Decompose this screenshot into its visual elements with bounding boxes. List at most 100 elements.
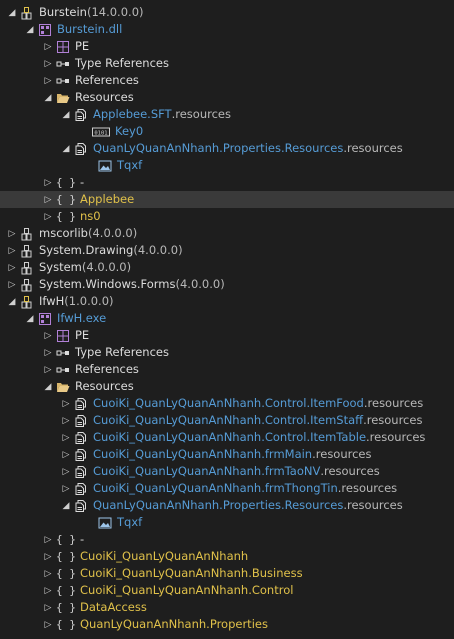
namespace-dataaccess[interactable]: ▷ { } DataAccess — [0, 599, 454, 616]
module-burstein-dll[interactable]: ◢ Burstein.dll — [0, 21, 454, 38]
resource-file-icon — [74, 397, 88, 411]
node-type-references-2[interactable]: ▷ Type References — [0, 344, 454, 361]
expand-arrow-icon[interactable]: ▷ — [60, 446, 72, 463]
node-pe[interactable]: ▷ PE — [0, 38, 454, 55]
assembly-name: mscorlib — [39, 226, 88, 240]
namespace-business[interactable]: ▷ { } CuoiKi_QuanLyQuanAnNhanh.Business — [0, 565, 454, 582]
expand-arrow-icon[interactable]: ▷ — [6, 242, 18, 259]
collapse-arrow-icon[interactable]: ◢ — [60, 140, 72, 157]
expand-arrow-icon[interactable]: ▷ — [42, 344, 54, 361]
expand-arrow-icon[interactable]: ▷ — [6, 259, 18, 276]
resource-suffix: .resources — [363, 396, 424, 410]
collapse-arrow-icon[interactable]: ◢ — [24, 310, 36, 327]
node-references[interactable]: ▷ References — [0, 72, 454, 89]
assembly-system-windows-forms[interactable]: ▷ System.Windows.Forms (4.0.0.0) — [0, 276, 454, 293]
node-type-references[interactable]: ▷ Type References — [0, 55, 454, 72]
assembly-system[interactable]: ▷ System (4.0.0.0) — [0, 259, 454, 276]
assembly-icon — [20, 227, 34, 241]
resource-tqxf-2[interactable]: Tqxf — [0, 514, 454, 531]
expand-arrow-icon[interactable]: ▷ — [42, 582, 54, 599]
assembly-burstein[interactable]: ◢ Burstein (14.0.0.0) — [0, 4, 454, 21]
module-ifwh-exe[interactable]: ◢ IfwH.exe — [0, 310, 454, 327]
pe-icon — [56, 40, 70, 54]
resource-entry-name: Tqxf — [117, 515, 143, 529]
collapse-arrow-icon[interactable]: ◢ — [6, 4, 18, 21]
expand-arrow-icon[interactable]: ▷ — [6, 276, 18, 293]
namespace-ns0[interactable]: ▷ { } ns0 — [0, 208, 454, 225]
resource-entry-name: Tqxf — [117, 158, 143, 172]
node-label: References — [75, 73, 139, 87]
node-pe-2[interactable]: ▷ PE — [0, 327, 454, 344]
collapse-arrow-icon[interactable]: ◢ — [24, 21, 36, 38]
assembly-ifwh[interactable]: ◢ IfwH (1.0.0.0) — [0, 293, 454, 310]
resource-file-icon — [74, 448, 88, 462]
expand-arrow-icon[interactable]: ▷ — [42, 616, 54, 633]
expand-arrow-icon[interactable]: ▷ — [6, 225, 18, 242]
node-label: Resources — [75, 379, 134, 393]
collapse-arrow-icon[interactable]: ◢ — [6, 293, 18, 310]
resource-applebee-sft[interactable]: ◢ Applebee.SFT .resources — [0, 106, 454, 123]
resource-name: QuanLyQuanAnNhanh.Properties.Resources — [93, 498, 344, 512]
resource-itemfood[interactable]: ▷ CuoiKi_QuanLyQuanAnNhanh.Control.ItemF… — [0, 395, 454, 412]
expand-arrow-icon[interactable]: ▷ — [60, 412, 72, 429]
module-name: Burstein.dll — [57, 22, 123, 36]
namespace-icon: { } — [56, 567, 76, 580]
assembly-version: (14.0.0.0) — [86, 5, 144, 19]
expand-arrow-icon[interactable]: ▷ — [42, 208, 54, 225]
namespace-dash-1[interactable]: ▷ { } - — [0, 174, 454, 191]
resource-suffix: .resources — [343, 141, 403, 155]
namespace-icon: { } — [56, 601, 76, 614]
assembly-icon — [20, 295, 34, 309]
resource-ql-properties-1[interactable]: ◢ QuanLyQuanAnNhanh.Properties.Resources… — [0, 140, 454, 157]
resource-name: QuanLyQuanAnNhanh.Properties.Resources — [93, 141, 344, 155]
assembly-version: (4.0.0.0) — [133, 243, 183, 257]
assembly-system-drawing[interactable]: ▷ System.Drawing (4.0.0.0) — [0, 242, 454, 259]
expand-arrow-icon[interactable]: ▷ — [42, 191, 54, 208]
expand-arrow-icon[interactable]: ▷ — [42, 38, 54, 55]
collapse-arrow-icon[interactable]: ◢ — [42, 89, 54, 106]
resource-tqxf-1[interactable]: Tqxf — [0, 157, 454, 174]
expand-arrow-icon[interactable]: ▷ — [42, 599, 54, 616]
references-icon — [56, 363, 70, 377]
collapse-arrow-icon[interactable]: ◢ — [60, 497, 72, 514]
namespace-applebee[interactable]: ▷ { } Applebee — [0, 191, 454, 208]
namespace-cuoiki[interactable]: ▷ { } CuoiKi_QuanLyQuanAnNhanh — [0, 548, 454, 565]
resource-suffix: .resources — [171, 107, 231, 121]
resource-name: CuoiKi_QuanLyQuanAnNhanh.Control.ItemTab… — [93, 430, 367, 444]
namespace-name: Applebee — [80, 192, 135, 206]
resource-ql-properties-2[interactable]: ◢ QuanLyQuanAnNhanh.Properties.Resources… — [0, 497, 454, 514]
resource-itemstaff[interactable]: ▷ CuoiKi_QuanLyQuanAnNhanh.Control.ItemS… — [0, 412, 454, 429]
resource-frmmain[interactable]: ▷ CuoiKi_QuanLyQuanAnNhanh.frmMain .resou… — [0, 446, 454, 463]
expand-arrow-icon[interactable]: ▷ — [42, 55, 54, 72]
expand-arrow-icon[interactable]: ▷ — [42, 361, 54, 378]
expand-arrow-icon[interactable]: ▷ — [42, 174, 54, 191]
expand-arrow-icon[interactable]: ▷ — [42, 72, 54, 89]
namespace-control[interactable]: ▷ { } CuoiKi_QuanLyQuanAnNhanh.Control — [0, 582, 454, 599]
namespace-properties[interactable]: ▷ { } QuanLyQuanAnNhanh.Properties — [0, 616, 454, 633]
expand-arrow-icon[interactable]: ▷ — [42, 548, 54, 565]
resource-frmthongtin[interactable]: ▷ CuoiKi_QuanLyQuanAnNhanh.frmThongTin .r… — [0, 480, 454, 497]
assembly-name: System.Drawing — [39, 243, 134, 257]
assembly-name: System — [39, 260, 82, 274]
expand-arrow-icon[interactable]: ▷ — [42, 327, 54, 344]
namespace-icon: { } — [56, 210, 76, 223]
node-resources[interactable]: ◢ Resources — [0, 89, 454, 106]
expand-arrow-icon[interactable]: ▷ — [60, 395, 72, 412]
assembly-mscorlib[interactable]: ▷ mscorlib (4.0.0.0) — [0, 225, 454, 242]
assembly-name: Burstein — [39, 5, 87, 19]
node-resources-2[interactable]: ◢ Resources — [0, 378, 454, 395]
expand-arrow-icon[interactable]: ▷ — [60, 429, 72, 446]
expand-arrow-icon[interactable]: ▷ — [42, 565, 54, 582]
namespace-name: CuoiKi_QuanLyQuanAnNhanh — [80, 549, 249, 563]
namespace-dash-2[interactable]: ▷ { } - — [0, 531, 454, 548]
expand-arrow-icon[interactable]: ▷ — [60, 480, 72, 497]
node-references-2[interactable]: ▷ References — [0, 361, 454, 378]
resource-suffix: .resources — [366, 430, 426, 444]
resource-itemtable[interactable]: ▷ CuoiKi_QuanLyQuanAnNhanh.Control.ItemT… — [0, 429, 454, 446]
collapse-arrow-icon[interactable]: ◢ — [42, 378, 54, 395]
expand-arrow-icon[interactable]: ▷ — [60, 463, 72, 480]
expand-arrow-icon[interactable]: ▷ — [42, 531, 54, 548]
resource-key0[interactable]: 0101 Key0 — [0, 123, 454, 140]
collapse-arrow-icon[interactable]: ◢ — [60, 106, 72, 123]
resource-frmtaonv[interactable]: ▷ CuoiKi_QuanLyQuanAnNhanh.frmTaoNV .reso… — [0, 463, 454, 480]
